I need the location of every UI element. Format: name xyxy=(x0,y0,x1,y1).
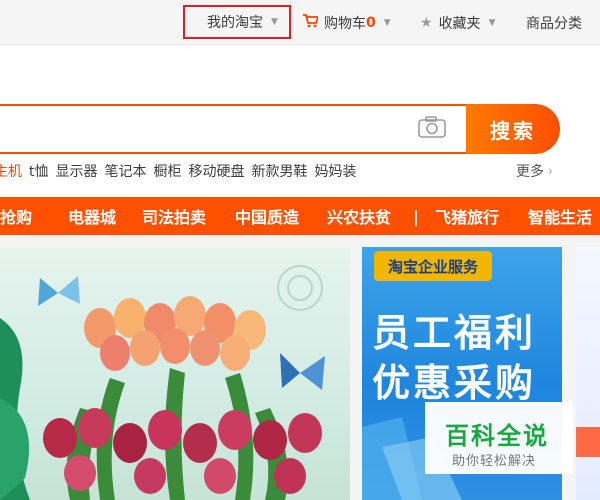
categories-label: 商品分类 xyxy=(526,15,582,32)
nav-item-xingnongfupin[interactable]: 兴农扶贫 xyxy=(327,197,391,235)
chevron-right-icon: › xyxy=(548,164,553,178)
nav-item-taoqianggou[interactable]: 淘抢购 xyxy=(0,197,32,235)
nav-item-zhinengshenghuo[interactable]: 智能生活 xyxy=(528,197,592,235)
my-taobao-menu[interactable]: 我的淘宝 ▼ xyxy=(183,5,291,39)
watermark-title: 百科全说 xyxy=(445,422,549,450)
chevron-down-icon: ▼ xyxy=(383,17,391,28)
favorites-link[interactable]: ★ 收藏夹 ▼ xyxy=(420,0,495,45)
cart-icon xyxy=(303,13,320,32)
cart-link[interactable]: 购物车 0 ▼ xyxy=(303,0,391,45)
nav-item-zhongguozhizao[interactable]: 中国质造 xyxy=(235,197,299,235)
tulip-banner[interactable] xyxy=(0,248,350,500)
cart-count: 0 xyxy=(366,14,376,31)
search-button[interactable]: 搜索 xyxy=(466,104,560,154)
side-banner-accent xyxy=(576,427,600,457)
search-input[interactable] xyxy=(0,104,470,154)
favorites-label: 收藏夹 xyxy=(438,15,481,32)
hotwords-list: 主机 t恤 显示器 笔记本 橱柜 移动硬盘 新款男鞋 妈妈装 xyxy=(0,160,364,182)
watermark-badge: 百科全说 助你轻松解决 xyxy=(425,402,573,474)
nav-item-dianqicheng[interactable]: 电器城 xyxy=(68,197,116,235)
star-icon: ★ xyxy=(420,14,433,31)
hotword-link[interactable]: 笔记本 xyxy=(105,161,147,181)
more-label: 更多 xyxy=(516,164,544,180)
chevron-down-icon: ▼ xyxy=(488,17,496,28)
my-taobao-label: 我的淘宝 xyxy=(207,15,263,31)
more-hotwords-link[interactable]: 更多 › xyxy=(516,160,553,182)
hotword-link[interactable]: 妈妈装 xyxy=(315,161,357,181)
camera-icon[interactable] xyxy=(418,116,446,138)
nav-item-sifapaimai[interactable]: 司法拍卖 xyxy=(142,197,206,235)
site-topbar: 我的淘宝 ▼ 购物车 0 ▼ ★ 收藏夹 ▼ 商品分类 xyxy=(0,0,600,45)
cart-label: 购物车 xyxy=(324,15,366,32)
hotword-link[interactable]: 新款男鞋 xyxy=(252,161,308,181)
nav-divider: | xyxy=(413,206,419,226)
tulip-illustration xyxy=(0,265,325,500)
nav-item-feizhulvxing[interactable]: 飞猪旅行 xyxy=(435,197,499,235)
categories-link[interactable]: 商品分类 xyxy=(526,0,582,45)
chevron-down-icon: ▼ xyxy=(271,17,278,27)
main-nav: 淘抢购 电器城 司法拍卖 中国质造 兴农扶贫 | 飞猪旅行 智能生活 xyxy=(0,197,600,235)
watermark-subtitle: 助你轻松解决 xyxy=(452,454,537,469)
hotword-link[interactable]: t恤 xyxy=(29,161,49,181)
hotword-link[interactable]: 主机 xyxy=(0,161,22,181)
hotword-link[interactable]: 橱柜 xyxy=(154,161,182,181)
hotword-link[interactable]: 显示器 xyxy=(56,161,98,181)
side-banner[interactable] xyxy=(576,247,600,500)
hotword-link[interactable]: 移动硬盘 xyxy=(189,161,245,181)
